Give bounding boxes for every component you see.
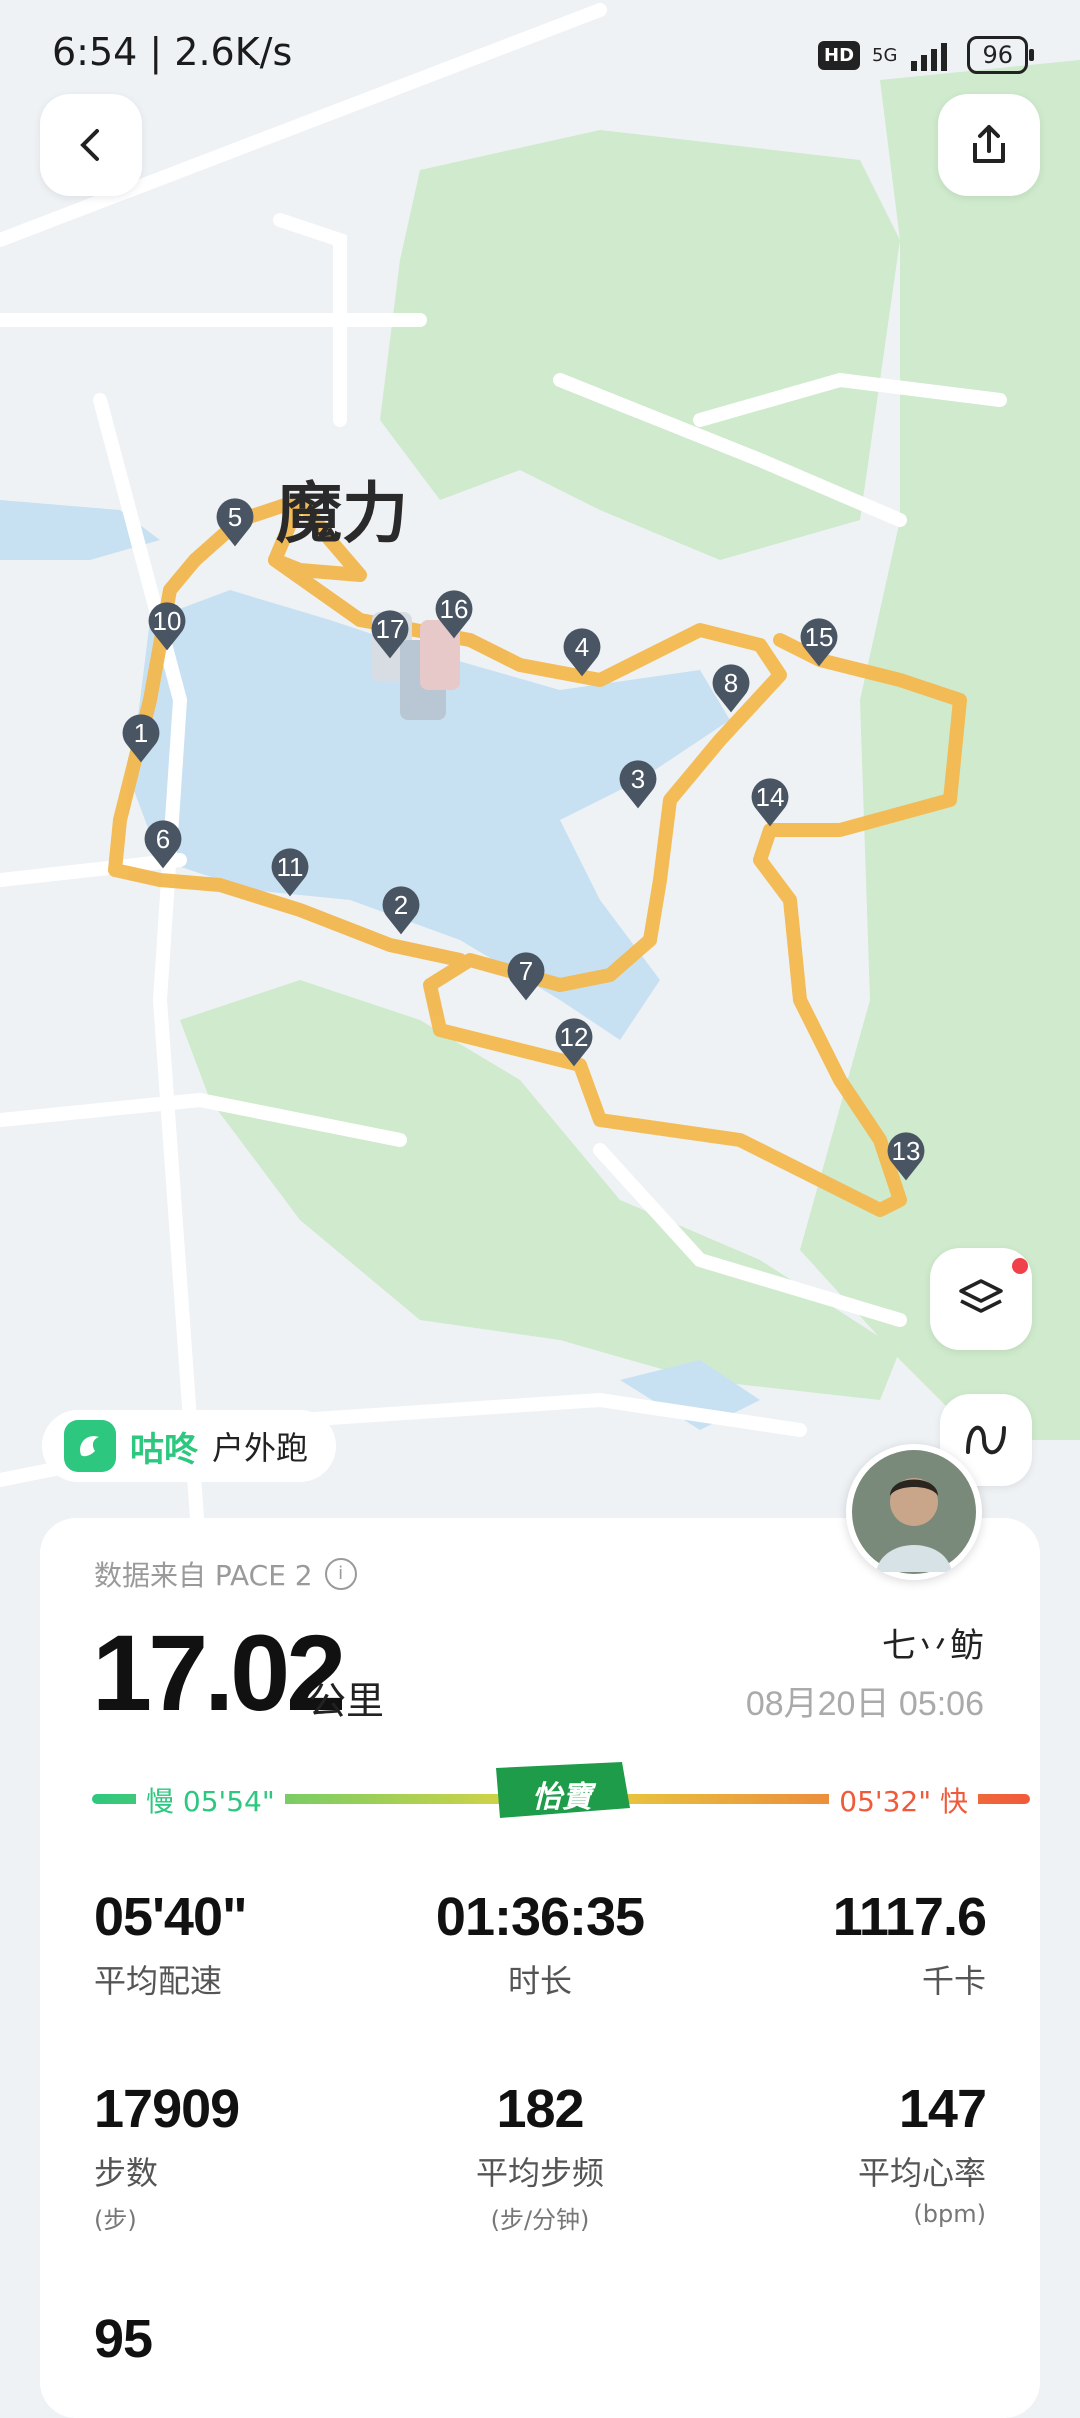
- stat-unit: (bpm): [913, 2200, 986, 2228]
- stat-unit: (步/分钟): [490, 2206, 590, 2234]
- route-marker-label: 3: [630, 764, 646, 794]
- route-marker[interactable]: 15: [793, 616, 855, 688]
- route-marker[interactable]: 12: [548, 1016, 610, 1088]
- sponsor-text: 怡寶: [532, 1780, 592, 1815]
- status-bar: 6:54 | 2.6K/s HD 5G 96: [0, 0, 1080, 110]
- pace-slow-label: 慢 05'54": [136, 1780, 285, 1820]
- stat-steps: 17909 步数 (步): [94, 2078, 394, 2235]
- stat-duration: 01:36:35 时长: [390, 1886, 690, 2002]
- signal-label: 5G: [872, 44, 898, 66]
- stat-label: 平均配速: [94, 1962, 223, 2000]
- route-marker[interactable]: 6: [137, 818, 199, 890]
- route-marker-label: 7: [518, 956, 534, 986]
- route-marker[interactable]: 11: [264, 846, 326, 918]
- stat-extra: 95: [94, 2308, 394, 2370]
- route-marker-label: 17: [375, 614, 405, 644]
- back-button[interactable]: [40, 94, 142, 196]
- route-marker-label: 12: [559, 1022, 589, 1052]
- workout-mode: 户外跑: [212, 1429, 309, 1467]
- chevron-left-icon: [80, 129, 99, 161]
- status-icons: HD 5G 96: [818, 36, 1034, 74]
- route-marker-label: 14: [755, 782, 785, 812]
- share-button[interactable]: [938, 94, 1040, 196]
- stat-label: 时长: [507, 1962, 572, 2000]
- route-marker[interactable]: 7: [500, 950, 562, 1022]
- route-marker[interactable]: 13: [880, 1130, 942, 1202]
- status-time: 6:54 | 2.6K/s: [52, 30, 293, 74]
- hd-icon: HD: [818, 40, 861, 70]
- stat-label: 千卡: [921, 1962, 986, 2000]
- route-marker[interactable]: 4: [556, 626, 618, 698]
- stat-unit: (步): [94, 2206, 137, 2234]
- route-marker[interactable]: 10: [141, 600, 203, 672]
- curve-icon: [966, 1425, 1006, 1455]
- pace-gradient-bar: 慢 05'54" 怡寶 05'32" 快: [92, 1762, 1030, 1820]
- route-marker-label: 2: [393, 890, 409, 920]
- stat-value: 147: [898, 2079, 987, 2139]
- route-marker[interactable]: 17: [364, 608, 426, 680]
- stat-value: 182: [496, 2079, 584, 2139]
- route-marker-label: 10: [152, 606, 182, 636]
- user-name[interactable]: 七丷鲂: [882, 1618, 984, 1667]
- map-place-label: 魔力: [276, 475, 408, 552]
- data-source-label: 数据来自 PACE 2: [94, 1559, 313, 1592]
- brand-chip: 咕咚 户外跑: [42, 1410, 337, 1482]
- layers-icon: [959, 1279, 1003, 1313]
- pace-fast-label: 05'32" 快: [829, 1780, 978, 1820]
- battery-indicator: 96: [967, 36, 1034, 74]
- stat-value: 17909: [94, 2079, 240, 2139]
- route-marker[interactable]: 5: [209, 496, 271, 568]
- stat-label: 平均步频: [475, 2154, 604, 2192]
- codoon-logo-icon: [64, 1420, 116, 1472]
- route-marker[interactable]: 8: [705, 662, 767, 734]
- route-marker[interactable]: 14: [744, 776, 806, 848]
- stat-cadence: 182 平均步频 (步/分钟): [390, 2078, 690, 2235]
- stat-value: 01:36:35: [435, 1887, 645, 1947]
- stat-avg-pace: 05'40" 平均配速: [94, 1886, 394, 2002]
- route-marker-label: 16: [439, 594, 469, 624]
- notification-dot: [1012, 1258, 1028, 1274]
- brand-name: 咕咚: [130, 1429, 198, 1470]
- sponsor-logo: 怡寶: [490, 1760, 634, 1822]
- signal-icon: [911, 43, 948, 71]
- workout-date: 08月20日 05:06: [745, 1685, 984, 1723]
- stat-heart-rate: 147 平均心率 (bpm): [686, 2078, 987, 2228]
- route-marker-label: 5: [227, 502, 243, 532]
- share-icon: [973, 125, 1005, 163]
- route-marker-label: 6: [155, 824, 171, 854]
- route-marker-label: 13: [891, 1136, 921, 1166]
- stat-calories: 1117.6 千卡: [686, 1886, 987, 2002]
- distance-unit: 公里: [308, 1679, 385, 1723]
- route-marker-label: 15: [804, 622, 834, 652]
- map-layers-button[interactable]: [930, 1248, 1032, 1350]
- stat-label: 平均心率: [857, 2154, 986, 2192]
- stat-label: 步数: [94, 2154, 159, 2192]
- distance-value: 17.02: [92, 1612, 346, 1733]
- route-marker-label: 11: [276, 852, 304, 882]
- user-avatar[interactable]: [846, 1444, 982, 1580]
- stat-value: 95: [94, 2309, 153, 2369]
- route-marker-label: 1: [133, 718, 149, 748]
- route-marker-label: 4: [574, 632, 590, 662]
- route-marker[interactable]: 3: [612, 758, 674, 830]
- summary-card: 数据来自 PACE 2 i 17.02 公里 七丷鲂 08月20日 05:06 …: [40, 1518, 1040, 2418]
- data-source: 数据来自 PACE 2 i: [94, 1554, 357, 1594]
- route-marker[interactable]: 2: [375, 884, 437, 956]
- info-icon[interactable]: i: [324, 1558, 357, 1590]
- stat-value: 1117.6: [832, 1887, 987, 1947]
- stat-value: 05'40": [94, 1887, 248, 1947]
- route-marker-label: 8: [723, 668, 739, 698]
- route-marker[interactable]: 16: [428, 588, 490, 660]
- route-marker[interactable]: 1: [115, 712, 177, 784]
